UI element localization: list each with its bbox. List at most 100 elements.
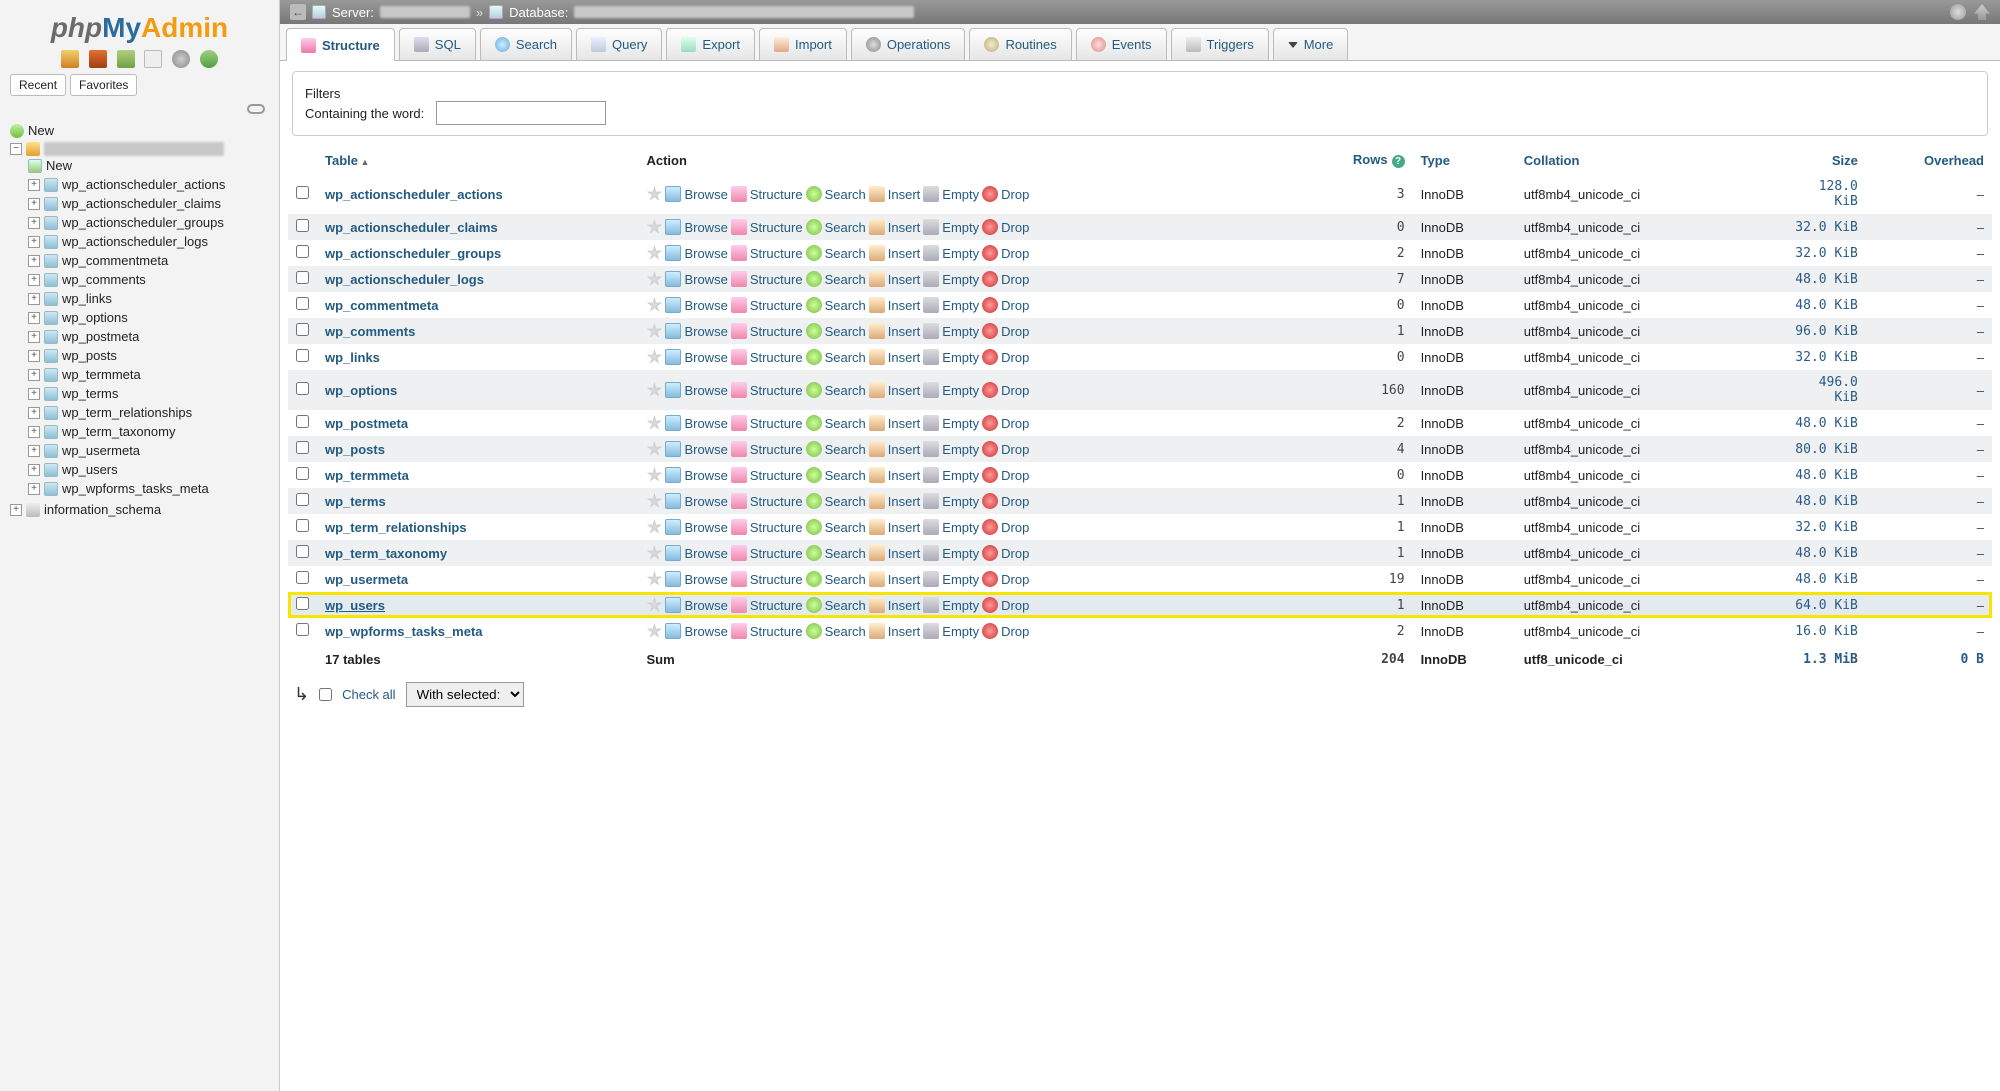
col-size[interactable]: Size [1735, 146, 1865, 174]
empty-link[interactable]: Empty [942, 442, 979, 457]
table-name-link[interactable]: wp_users [325, 598, 385, 613]
breadcrumb-server[interactable]: Server: [332, 5, 374, 20]
tab-query[interactable]: Query [576, 28, 662, 60]
tab-export[interactable]: Export [666, 28, 755, 60]
insert-link[interactable]: Insert [888, 324, 921, 339]
insert-link[interactable]: Insert [888, 546, 921, 561]
favorite-icon[interactable] [646, 349, 662, 365]
structure-link[interactable]: Structure [750, 324, 803, 339]
tab-events[interactable]: Events [1076, 28, 1167, 60]
insert-link[interactable]: Insert [888, 383, 921, 398]
row-checkbox[interactable] [296, 415, 309, 428]
favorite-icon[interactable] [646, 415, 662, 431]
expand-icon[interactable]: + [28, 407, 40, 419]
browse-link[interactable]: Browse [684, 298, 727, 313]
search-link[interactable]: Search [825, 520, 866, 535]
browse-link[interactable]: Browse [684, 468, 727, 483]
browse-link[interactable]: Browse [684, 383, 727, 398]
empty-link[interactable]: Empty [942, 598, 979, 613]
tree-table[interactable]: +wp_wpforms_tasks_meta [28, 479, 275, 498]
table-name-link[interactable]: wp_terms [325, 494, 386, 509]
insert-link[interactable]: Insert [888, 298, 921, 313]
logo[interactable]: phpMyAdmin [4, 8, 275, 50]
insert-link[interactable]: Insert [888, 442, 921, 457]
insert-link[interactable]: Insert [888, 187, 921, 202]
table-name-link[interactable]: wp_postmeta [325, 416, 408, 431]
search-link[interactable]: Search [825, 546, 866, 561]
breadcrumb-database[interactable]: Database: [509, 5, 568, 20]
tree-table[interactable]: +wp_users [28, 460, 275, 479]
table-name-link[interactable]: wp_term_relationships [325, 520, 467, 535]
structure-link[interactable]: Structure [750, 383, 803, 398]
browse-link[interactable]: Browse [684, 494, 727, 509]
search-link[interactable]: Search [825, 324, 866, 339]
browse-link[interactable]: Browse [684, 187, 727, 202]
collapse-top-icon[interactable] [1974, 4, 1990, 20]
search-link[interactable]: Search [825, 442, 866, 457]
empty-link[interactable]: Empty [942, 187, 979, 202]
search-link[interactable]: Search [825, 494, 866, 509]
tree-table[interactable]: +wp_term_relationships [28, 403, 275, 422]
table-name-link[interactable]: wp_posts [325, 442, 385, 457]
table-name-link[interactable]: wp_actionscheduler_logs [325, 272, 484, 287]
favorite-icon[interactable] [646, 219, 662, 235]
structure-link[interactable]: Structure [750, 468, 803, 483]
structure-link[interactable]: Structure [750, 246, 803, 261]
reload-icon[interactable] [200, 50, 218, 68]
browse-link[interactable]: Browse [684, 442, 727, 457]
query-window-icon[interactable] [117, 50, 135, 68]
filter-input[interactable] [436, 101, 606, 125]
tree-table[interactable]: +wp_actionscheduler_actions [28, 175, 275, 194]
table-name-link[interactable]: wp_links [325, 350, 380, 365]
row-checkbox[interactable] [296, 519, 309, 532]
expand-icon[interactable]: + [28, 331, 40, 343]
expand-icon[interactable]: + [28, 483, 40, 495]
empty-link[interactable]: Empty [942, 298, 979, 313]
structure-link[interactable]: Structure [750, 350, 803, 365]
expand-icon[interactable]: + [28, 350, 40, 362]
row-checkbox[interactable] [296, 467, 309, 480]
favorite-icon[interactable] [646, 271, 662, 287]
structure-link[interactable]: Structure [750, 546, 803, 561]
logout-icon[interactable] [89, 50, 107, 68]
structure-link[interactable]: Structure [750, 598, 803, 613]
empty-link[interactable]: Empty [942, 350, 979, 365]
check-all-label[interactable]: Check all [342, 687, 395, 702]
expand-icon[interactable]: + [28, 179, 40, 191]
table-name-link[interactable]: wp_usermeta [325, 572, 408, 587]
search-link[interactable]: Search [825, 598, 866, 613]
expand-icon[interactable]: + [28, 293, 40, 305]
tab-routines[interactable]: Routines [969, 28, 1071, 60]
insert-link[interactable]: Insert [888, 350, 921, 365]
empty-link[interactable]: Empty [942, 572, 979, 587]
drop-link[interactable]: Drop [1001, 272, 1029, 287]
table-name-link[interactable]: wp_comments [325, 324, 415, 339]
drop-link[interactable]: Drop [1001, 298, 1029, 313]
search-link[interactable]: Search [825, 350, 866, 365]
drop-link[interactable]: Drop [1001, 324, 1029, 339]
expand-icon[interactable]: + [10, 504, 22, 516]
table-name-link[interactable]: wp_actionscheduler_actions [325, 187, 503, 202]
drop-link[interactable]: Drop [1001, 598, 1029, 613]
drop-link[interactable]: Drop [1001, 468, 1029, 483]
tab-triggers[interactable]: Triggers [1171, 28, 1269, 60]
browse-link[interactable]: Browse [684, 246, 727, 261]
empty-link[interactable]: Empty [942, 324, 979, 339]
row-checkbox[interactable] [296, 323, 309, 336]
row-checkbox[interactable] [296, 219, 309, 232]
empty-link[interactable]: Empty [942, 246, 979, 261]
drop-link[interactable]: Drop [1001, 350, 1029, 365]
search-link[interactable]: Search [825, 383, 866, 398]
tree-table[interactable]: +wp_commentmeta [28, 251, 275, 270]
empty-link[interactable]: Empty [942, 520, 979, 535]
help-icon[interactable]: ? [1392, 155, 1405, 168]
col-overhead[interactable]: Overhead [1866, 146, 1992, 174]
home-icon[interactable] [61, 50, 79, 68]
favorite-icon[interactable] [646, 382, 662, 398]
browse-link[interactable]: Browse [684, 324, 727, 339]
structure-link[interactable]: Structure [750, 494, 803, 509]
insert-link[interactable]: Insert [888, 468, 921, 483]
insert-link[interactable]: Insert [888, 272, 921, 287]
insert-link[interactable]: Insert [888, 598, 921, 613]
structure-link[interactable]: Structure [750, 520, 803, 535]
